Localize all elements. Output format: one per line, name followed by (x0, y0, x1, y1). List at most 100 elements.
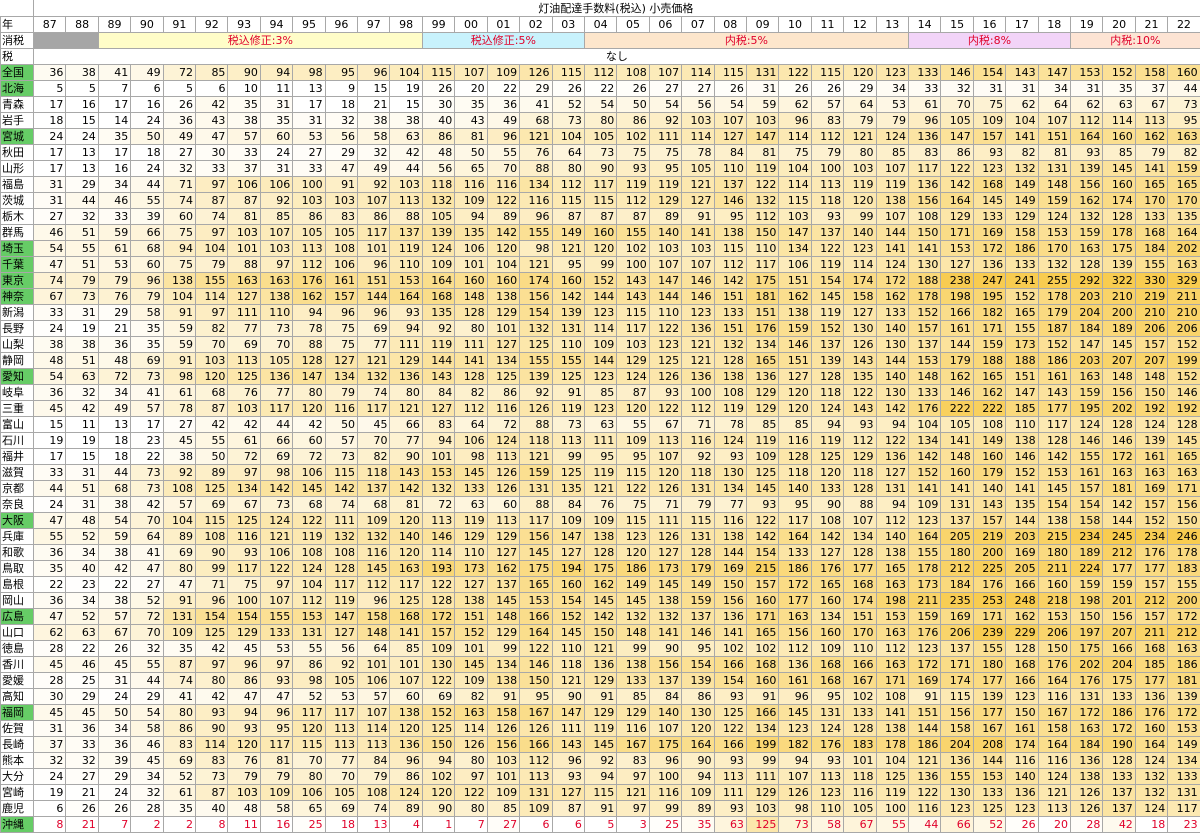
value-cell: 31 (1071, 81, 1103, 97)
value-cell: 79 (844, 113, 876, 129)
value-cell: 212 (1135, 593, 1167, 609)
value-cell: 138 (584, 529, 616, 545)
value-cell: 137 (941, 513, 973, 529)
value-cell: 131 (520, 481, 552, 497)
value-cell: 17 (293, 97, 325, 113)
value-cell: 60 (260, 129, 292, 145)
value-cell: 122 (422, 673, 454, 689)
value-cell: 28 (34, 641, 66, 657)
value-cell: 172 (973, 241, 1005, 257)
value-cell: 132 (422, 193, 454, 209)
value-cell: 113 (422, 513, 454, 529)
value-cell: 55 (66, 241, 98, 257)
value-cell: 35 (163, 641, 195, 657)
value-cell: 125 (196, 481, 228, 497)
value-cell: 177 (1135, 561, 1167, 577)
value-cell: 163 (1135, 465, 1167, 481)
value-cell: 122 (487, 193, 519, 209)
year-header-cell: 19 (1071, 17, 1103, 33)
value-cell: 101 (455, 257, 487, 273)
value-cell: 35 (682, 817, 714, 833)
value-cell: 56 (325, 641, 357, 657)
value-cell: 123 (1006, 689, 1038, 705)
value-cell: 165 (876, 561, 908, 577)
value-cell: 72 (487, 417, 519, 433)
value-cell: 138 (876, 721, 908, 737)
value-cell: 158 (941, 721, 973, 737)
value-cell: 83 (163, 737, 195, 753)
value-cell: 142 (260, 481, 292, 497)
value-cell: 73 (260, 321, 292, 337)
value-cell: 154 (811, 273, 843, 289)
value-cell: 103 (617, 337, 649, 353)
value-cell: 162 (779, 289, 811, 305)
prefecture-name: 奈良 (1, 497, 34, 513)
value-cell: 116 (649, 785, 681, 801)
value-cell: 60 (293, 433, 325, 449)
table-row: 石川19191823455561666057707794106124118113… (1, 433, 1200, 449)
value-cell: 139 (682, 673, 714, 689)
value-cell: 98 (163, 369, 195, 385)
value-cell: 141 (941, 481, 973, 497)
value-cell: 174 (1103, 193, 1135, 209)
value-cell: 16 (66, 97, 98, 113)
value-cell: 128 (682, 545, 714, 561)
value-cell: 72 (293, 449, 325, 465)
value-cell: 112 (358, 577, 390, 593)
value-cell: 86 (163, 721, 195, 737)
value-cell: 73 (552, 113, 584, 129)
value-cell: 72 (228, 449, 260, 465)
value-cell: 55 (131, 193, 163, 209)
value-cell: 146 (682, 289, 714, 305)
value-cell: 166 (1103, 641, 1135, 657)
value-cell: 35 (1103, 81, 1135, 97)
value-cell: 136 (682, 321, 714, 337)
year-header-cell: 20 (1103, 17, 1135, 33)
value-cell: 24 (66, 129, 98, 145)
value-cell: 94 (455, 209, 487, 225)
value-cell: 89 (196, 465, 228, 481)
year-header-cell: 13 (876, 17, 908, 33)
value-cell: 255 (1038, 273, 1070, 289)
value-cell: 138 (779, 305, 811, 321)
value-cell: 166 (1006, 673, 1038, 689)
value-cell: 24 (131, 161, 163, 177)
value-cell: 31 (293, 113, 325, 129)
value-cell: 131 (163, 609, 195, 625)
value-cell: 127 (779, 369, 811, 385)
value-cell: 26 (811, 81, 843, 97)
value-cell: 192 (1168, 401, 1200, 417)
value-cell: 148 (1038, 177, 1070, 193)
value-cell: 121 (520, 257, 552, 273)
prefecture-name: 鳥取 (1, 561, 34, 577)
value-cell: 162 (1135, 129, 1167, 145)
year-header-cell: 21 (1135, 17, 1167, 33)
value-cell: 119 (811, 433, 843, 449)
value-cell: 165 (746, 353, 778, 369)
value-cell: 136 (973, 257, 1005, 273)
value-cell: 59 (746, 97, 778, 113)
value-cell: 158 (1038, 721, 1070, 737)
value-cell: 87 (552, 801, 584, 817)
value-cell: 178 (1103, 225, 1135, 241)
value-cell: 157 (973, 513, 1005, 529)
value-cell: 131 (876, 481, 908, 497)
value-cell: 109 (163, 625, 195, 641)
table-row: 鳥取35404247809911712212412814516319317316… (1, 561, 1200, 577)
value-cell: 87 (552, 209, 584, 225)
value-cell: 160 (746, 673, 778, 689)
value-cell: 123 (908, 513, 940, 529)
value-cell: 54 (714, 97, 746, 113)
value-cell: 128 (455, 369, 487, 385)
value-cell: 117 (1038, 417, 1070, 433)
value-cell: 98 (455, 449, 487, 465)
value-cell: 172 (876, 273, 908, 289)
value-cell: 103 (390, 177, 422, 193)
value-cell: 58 (131, 305, 163, 321)
year-header-cell: 06 (649, 17, 681, 33)
value-cell: 116 (779, 433, 811, 449)
value-cell: 38 (98, 497, 130, 513)
value-cell: 138 (1006, 433, 1038, 449)
value-cell: 49 (358, 161, 390, 177)
value-cell: 130 (941, 785, 973, 801)
